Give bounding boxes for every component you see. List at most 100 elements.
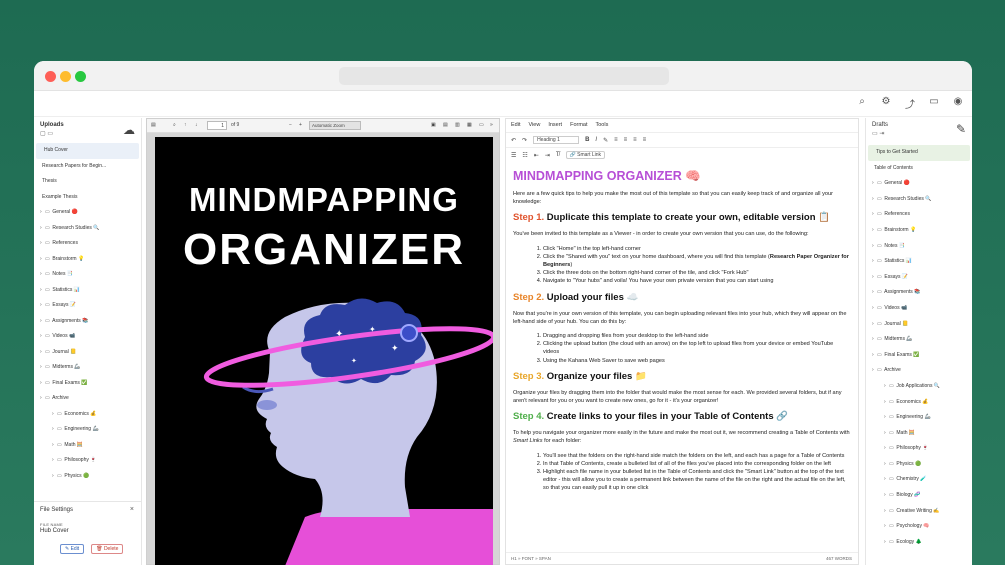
bookmark-icon[interactable]: ▭	[479, 122, 484, 128]
move-icon[interactable]: ⇥	[879, 131, 884, 137]
tree-item[interactable]: › ▭ Final Exams ✅	[34, 376, 141, 392]
document-content[interactable]: MINDMAPPING ORGANIZER 🧠 Here are a few q…	[506, 163, 858, 554]
tree-item[interactable]: › ▭ Essays 📝	[866, 270, 972, 286]
zoom-select[interactable]: Automatic Zoom	[309, 121, 361, 130]
tree-item[interactable]: Table of Contents	[866, 161, 972, 177]
tree-item[interactable]: › ▭ Psychology 🧠	[866, 519, 972, 535]
tree-item[interactable]: › ▭ Engineering 🦾	[866, 410, 972, 426]
comment-icon[interactable]: ▭	[928, 96, 940, 111]
new-file-icon[interactable]: ▢	[40, 131, 46, 137]
heading-select[interactable]: Heading 1	[533, 136, 580, 144]
tree-item[interactable]: › ▭ References	[34, 236, 141, 252]
edit-button[interactable]: ✎ Edit	[60, 544, 85, 554]
tree-item[interactable]: › ▭ Chemistry 🧪	[866, 472, 972, 488]
new-draft-icon[interactable]: ✎	[956, 122, 966, 136]
align-center-icon[interactable]: ≡	[624, 137, 628, 143]
tree-item[interactable]: › ▭ Videos 📹	[34, 329, 141, 345]
tree-item[interactable]: › ▭ Research Studies 🔍	[866, 192, 972, 208]
delete-button[interactable]: 🗑 Delete	[91, 544, 124, 554]
align-justify-icon[interactable]: ≡	[643, 137, 647, 143]
tree-item[interactable]: › ▭ Midterms 🦾	[34, 360, 141, 376]
tree-item[interactable]: › ▭ Math 🧮	[34, 438, 141, 454]
tree-item[interactable]: › ▭ Economics 💰	[866, 395, 972, 411]
minimize-window-button[interactable]	[60, 71, 71, 82]
tree-item[interactable]: › ▭ General 🔴	[34, 205, 141, 221]
tree-item[interactable]: › ▭ Essays 📝	[34, 298, 141, 314]
smart-link-button[interactable]: 🔗 Smart Link	[565, 151, 606, 159]
search-icon[interactable]: ⌕	[856, 96, 868, 111]
download-icon[interactable]: ▦	[467, 122, 472, 128]
align-right-icon[interactable]: ≡	[633, 137, 637, 143]
maximize-window-button[interactable]	[75, 71, 86, 82]
menu-format[interactable]: Format	[570, 122, 587, 132]
tree-item[interactable]: › ▭ Job Applications 🔍	[866, 379, 972, 395]
new-folder-icon[interactable]: ▭	[47, 131, 53, 137]
tree-item[interactable]: › ▭ Notes 📑	[866, 239, 972, 255]
tree-item[interactable]: › ▭ Math 🧮	[866, 426, 972, 442]
tree-item[interactable]: Tips to Get Started	[868, 145, 970, 161]
tree-item[interactable]: › ▭ References	[866, 207, 972, 223]
tree-item[interactable]: Thesis	[34, 174, 141, 190]
menu-insert[interactable]: Insert	[548, 122, 562, 132]
tools-icon[interactable]: »	[490, 122, 493, 128]
close-window-button[interactable]	[45, 71, 56, 82]
tree-item[interactable]: › ▭ Creative Writing ✍️	[866, 504, 972, 520]
menu-edit[interactable]: Edit	[511, 122, 520, 132]
upload-cloud-icon[interactable]: ☁	[123, 123, 135, 137]
tree-item[interactable]: Example Thesis	[34, 190, 141, 206]
tree-item[interactable]: › ▭ Philosophy 🍷	[866, 441, 972, 457]
bullet-list-icon[interactable]: ☰	[511, 152, 516, 159]
tree-item[interactable]: › ▭ Engineering 🦾	[34, 422, 141, 438]
tree-item[interactable]: › ▭ Final Exams ✅	[866, 348, 972, 364]
bold-icon[interactable]: B	[585, 137, 589, 143]
tree-item[interactable]: › ▭ Midterms 🦾	[866, 332, 972, 348]
zoom-in-icon[interactable]: +	[299, 122, 302, 128]
undo-icon[interactable]: ↶	[511, 137, 516, 144]
align-left-icon[interactable]: ≡	[614, 137, 618, 143]
page-number-input[interactable]: 1	[207, 121, 227, 130]
tree-item[interactable]: › ▭ Philosophy 🍷	[34, 453, 141, 469]
prev-page-icon[interactable]: ↑	[184, 122, 187, 128]
tree-item[interactable]: › ▭ Economics 💰	[34, 407, 141, 423]
share-icon[interactable]: ⤴	[904, 96, 916, 111]
menu-tools[interactable]: Tools	[596, 122, 609, 132]
sliders-icon[interactable]: ⚙	[880, 96, 892, 111]
tree-item[interactable]: › ▭ Videos 📹	[866, 301, 972, 317]
tree-item[interactable]: › ▭ Assignments 📚	[34, 314, 141, 330]
next-page-icon[interactable]: ↓	[195, 122, 198, 128]
search-icon[interactable]: ⌕	[173, 122, 176, 128]
print-icon[interactable]: ▥	[455, 122, 460, 128]
address-bar[interactable]	[339, 67, 669, 85]
close-icon[interactable]: ×	[130, 506, 134, 513]
tree-item[interactable]: Research Papers for Begin...	[34, 159, 141, 175]
tree-item[interactable]: › ▭ Statistics 📊	[866, 254, 972, 270]
open-file-icon[interactable]: ▤	[443, 122, 448, 128]
text-color-icon[interactable]: ✎	[603, 137, 608, 144]
new-folder-icon[interactable]: ▭	[872, 131, 878, 137]
profile-icon[interactable]: ◉	[952, 96, 964, 111]
tree-item[interactable]: › ▭ Statistics 📊	[34, 283, 141, 299]
tree-item[interactable]: › ▭ Brainstorm 💡	[34, 252, 141, 268]
tree-item[interactable]: › ▭ Archive	[34, 391, 141, 407]
tree-item[interactable]: › ▭ Research Studies 🔍	[34, 221, 141, 237]
tree-item[interactable]: › ▭ Journal 📒	[34, 345, 141, 361]
tree-item[interactable]: › ▭ Notes 📑	[34, 267, 141, 283]
present-icon[interactable]: ▣	[431, 122, 436, 128]
tree-item[interactable]: › ▭ Brainstorm 💡	[866, 223, 972, 239]
tree-item[interactable]: › ▭ Biology 🧬	[866, 488, 972, 504]
tree-item[interactable]: Hub Cover	[36, 143, 139, 159]
redo-icon[interactable]: ↷	[522, 137, 527, 144]
italic-icon[interactable]: I	[595, 137, 597, 143]
tree-item[interactable]: › ▭ Archive	[866, 363, 972, 379]
tree-item[interactable]: › ▭ Physics 🟢	[34, 469, 141, 485]
outdent-icon[interactable]: ⇤	[534, 152, 539, 159]
tree-item[interactable]: › ▭ Ecology 🌲	[866, 535, 972, 551]
sidebar-toggle-icon[interactable]: ▤	[151, 122, 156, 128]
numbered-list-icon[interactable]: ☷	[522, 152, 527, 159]
tree-item[interactable]: › ▭ Physics 🟢	[866, 457, 972, 473]
indent-icon[interactable]: ⇥	[545, 152, 550, 159]
menu-view[interactable]: View	[528, 122, 540, 132]
clear-format-icon[interactable]: T̸	[556, 152, 560, 158]
tree-item[interactable]: › ▭ Journal 📒	[866, 317, 972, 333]
zoom-out-icon[interactable]: −	[289, 122, 292, 128]
